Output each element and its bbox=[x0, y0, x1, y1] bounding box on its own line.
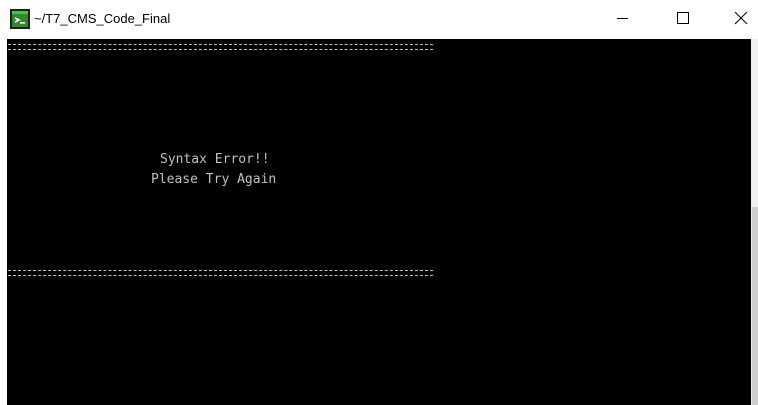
close-button[interactable] bbox=[718, 0, 758, 36]
scrollbar-thumb[interactable] bbox=[752, 207, 758, 405]
close-icon bbox=[734, 11, 748, 25]
separator-line-bottom bbox=[8, 270, 433, 276]
maximize-icon bbox=[677, 12, 689, 24]
terminal-window: ~/T7_CMS_Code_Final Syntax Error!! Pleas… bbox=[0, 0, 758, 405]
minimize-icon bbox=[617, 18, 628, 19]
vertical-scrollbar[interactable] bbox=[751, 39, 758, 405]
maximize-button[interactable] bbox=[660, 0, 706, 36]
terminal-app-icon[interactable] bbox=[10, 9, 30, 29]
error-message-line: Syntax Error!! bbox=[160, 152, 270, 167]
minimize-button[interactable] bbox=[600, 0, 646, 36]
window-title: ~/T7_CMS_Code_Final bbox=[34, 11, 171, 26]
separator-line-top bbox=[8, 44, 433, 50]
terminal-output[interactable]: Syntax Error!! Please Try Again bbox=[7, 39, 751, 405]
retry-message-line: Please Try Again bbox=[151, 172, 277, 187]
title-bar[interactable]: ~/T7_CMS_Code_Final bbox=[0, 0, 758, 39]
